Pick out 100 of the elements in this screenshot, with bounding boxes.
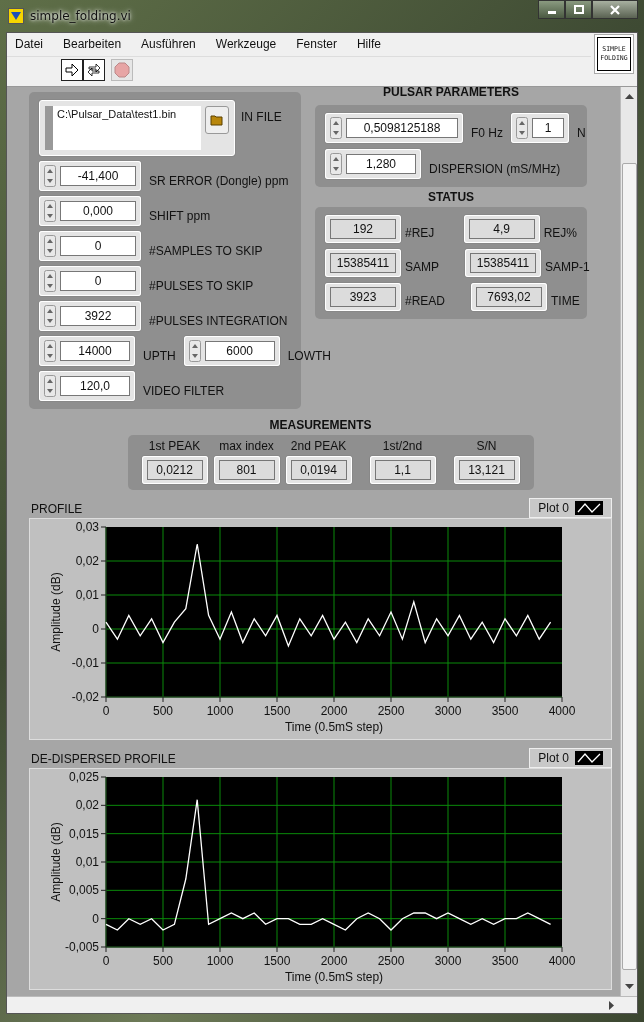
spinner-icon[interactable] (330, 117, 342, 139)
input-field[interactable]: 0,5098125188 (346, 118, 458, 138)
spinner-icon[interactable] (44, 165, 56, 187)
axis-tick-label: 0 (102, 954, 110, 968)
axis-title: Time (0.5mS step) (284, 970, 384, 984)
control-label: UPTH (143, 349, 176, 365)
run-continuously-button[interactable] (83, 59, 105, 81)
axis-tick-label: 0,02 (75, 554, 99, 568)
input-field[interactable]: 1,280 (346, 154, 416, 174)
axis-title: Amplitude (dB) (49, 822, 63, 902)
indicator-label: #REJ (405, 226, 435, 242)
axis-tick-label: 0,02 (75, 798, 99, 813)
close-icon (609, 4, 621, 15)
menu-item[interactable]: Datei (15, 37, 43, 52)
spinner-icon[interactable] (44, 235, 56, 257)
menu-item[interactable]: Hilfe (356, 37, 381, 52)
axis-tick-label: 0,01 (75, 855, 99, 869)
up-arrow-icon[interactable] (624, 93, 634, 99)
axis-tick-label: 2000 (320, 704, 348, 718)
axis-title: Time (0.5mS step) (284, 720, 384, 734)
path-field[interactable]: C:\Pulsar_Data\test1.bin (45, 106, 201, 150)
spinner-icon[interactable] (44, 305, 56, 327)
axis-tick-label: 0 (92, 911, 99, 926)
indicator-value: 192 (330, 219, 396, 239)
indicator-label: 2nd PEAK (290, 439, 347, 453)
window-title: simple_folding.vi (30, 9, 131, 23)
axis-tick-label: 0,025 (68, 770, 99, 784)
control-label: SR ERROR (Dongle) ppm (149, 174, 289, 190)
axis-tick-label: 3000 (434, 704, 462, 718)
axis-tick-label: 500 (153, 954, 173, 968)
input-field[interactable]: 0 (60, 271, 136, 291)
vertical-scrollbar[interactable] (620, 87, 637, 996)
spinner-icon[interactable] (516, 117, 528, 139)
indicator-value: 0,0194 (290, 460, 347, 480)
down-arrow-icon[interactable] (624, 984, 634, 990)
control-label: SHIFT ppm (149, 209, 211, 225)
abort-button[interactable] (111, 59, 133, 81)
control-label: N (577, 126, 586, 142)
input-field[interactable]: 0,000 (60, 201, 136, 221)
spinner-icon[interactable] (44, 270, 56, 292)
spinner-icon[interactable] (44, 340, 56, 362)
input-field[interactable]: 6000 (204, 341, 275, 361)
spinner-icon[interactable] (330, 153, 342, 175)
loop-arrows-icon (86, 62, 102, 78)
axis-tick-label: 0,015 (68, 826, 99, 841)
axis-tick-label: 0,03 (75, 520, 99, 534)
minimize-button[interactable] (538, 0, 565, 19)
axis-tick-label: 0,01 (75, 588, 99, 602)
close-button[interactable] (592, 0, 638, 19)
axis-tick-label: 0 (102, 704, 110, 718)
menu-item[interactable]: Ausführen (141, 37, 196, 52)
section-title: MEASUREMENTS (268, 417, 373, 434)
horizontal-scrollbar[interactable] (7, 996, 637, 1013)
spinner-icon[interactable] (44, 200, 56, 222)
indicator-value: 7693,02 (476, 287, 542, 307)
app-icon (8, 8, 24, 24)
indicator-value: 3923 (330, 287, 396, 307)
arrow-icon (64, 62, 80, 78)
input-field[interactable]: 1 (532, 118, 564, 138)
plot-legend[interactable]: Plot 0 (529, 498, 612, 518)
axis-tick-label: 3500 (491, 704, 519, 718)
axis-tick-label: 3500 (491, 954, 519, 968)
run-button[interactable] (61, 59, 83, 81)
stop-icon (114, 62, 130, 78)
axis-tick-label: 1500 (263, 954, 291, 968)
chart-title: PROFILE (30, 502, 83, 518)
indicator-value: 4,9 (468, 219, 535, 239)
axis-tick-label: 2500 (377, 704, 405, 718)
plot-legend[interactable]: Plot 0 (529, 748, 612, 768)
menu-item[interactable]: Werkzeuge (215, 37, 277, 52)
menu-item[interactable]: Bearbeiten (63, 37, 122, 52)
axis-tick-label: -0,01 (71, 656, 99, 670)
input-field[interactable]: 14000 (60, 341, 130, 361)
spinner-icon[interactable] (44, 375, 56, 397)
indicator-label: S/N (476, 439, 497, 453)
input-field[interactable]: -41,400 (60, 166, 136, 186)
section-title: PULSAR PARAMETERS (382, 87, 520, 101)
folder-icon[interactable] (205, 106, 229, 134)
maximize-button[interactable] (565, 0, 592, 19)
axis-tick-label: 0,005 (68, 883, 99, 898)
scroll-thumb[interactable] (621, 163, 637, 970)
input-field[interactable]: 3922 (60, 306, 136, 326)
spinner-icon[interactable] (188, 340, 201, 362)
indicator-label: SAMP-1 (545, 260, 590, 276)
input-field[interactable]: 0 (60, 236, 136, 256)
axis-tick-label: 1000 (206, 704, 234, 718)
axis-tick-label: 2500 (377, 954, 405, 968)
control-label: #SAMPLES TO SKIP (149, 244, 263, 260)
indicator-label: REJ% (543, 226, 577, 242)
axis-tick-label: 500 (153, 704, 173, 718)
right-arrow-icon[interactable] (609, 1000, 615, 1010)
input-field[interactable]: 120,0 (60, 376, 130, 396)
indicator-label: TIME (551, 294, 580, 310)
indicator-value: 15385411 (470, 253, 536, 273)
axis-tick-label: 3000 (434, 954, 462, 968)
menu-item[interactable]: Fenster (296, 37, 337, 52)
axis-tick-label: -0,02 (71, 690, 99, 704)
axis-tick-label: 1000 (206, 954, 234, 968)
line-style-icon (575, 501, 603, 515)
control-label: LOWTH (287, 349, 331, 365)
